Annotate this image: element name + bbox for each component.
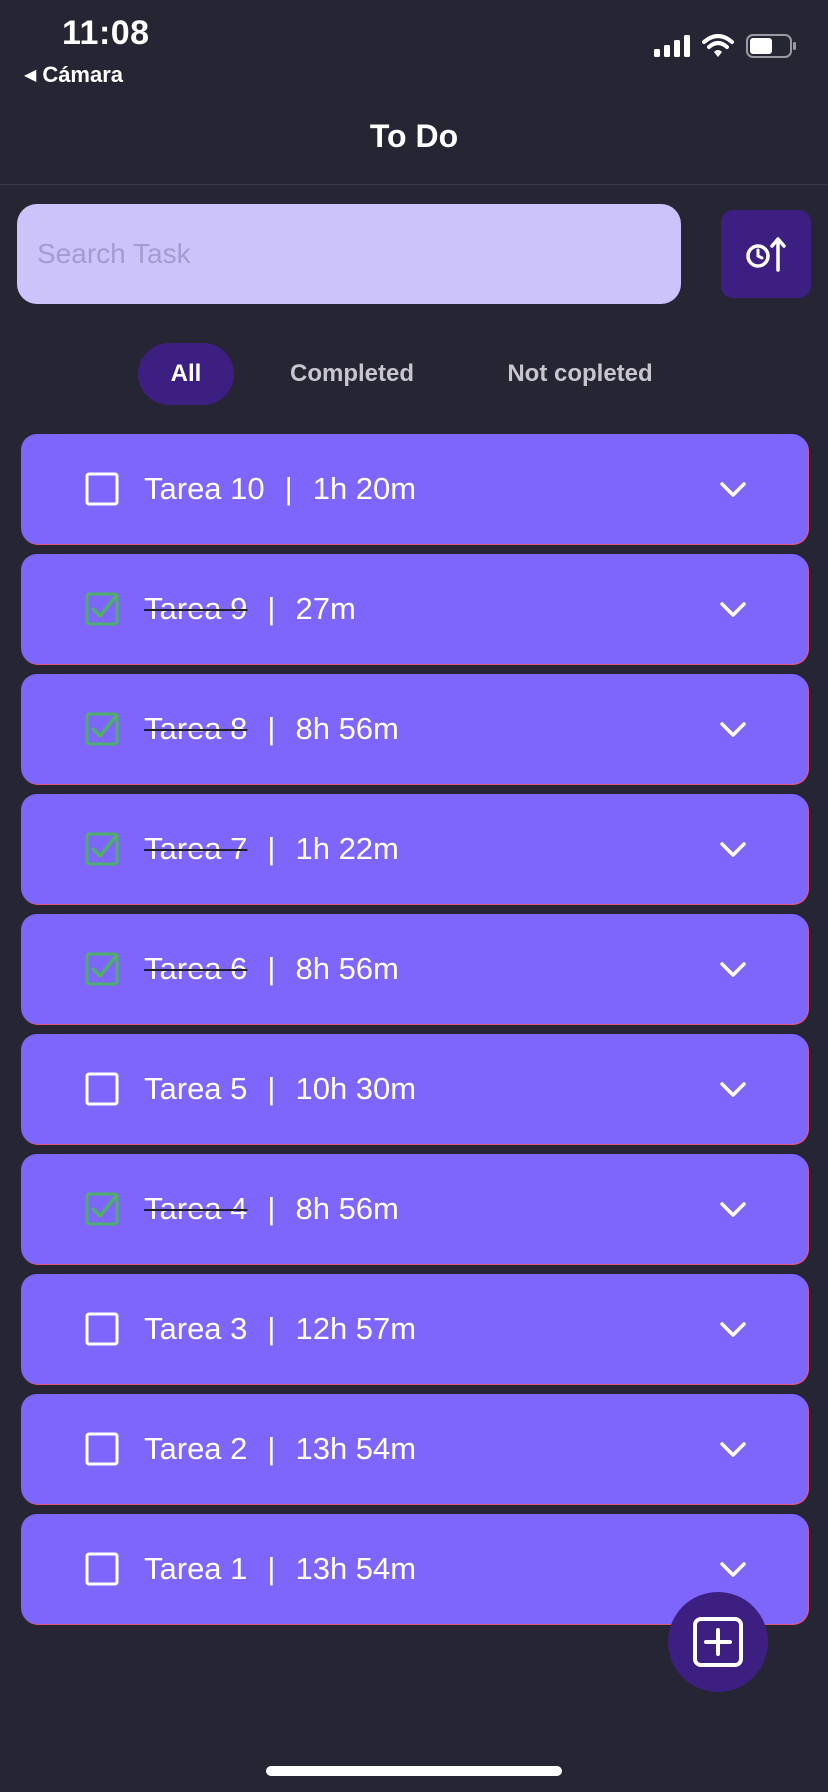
search-input[interactable]: [17, 204, 681, 304]
page-title: To Do: [369, 118, 459, 154]
filter-tab-all[interactable]: All: [138, 343, 234, 405]
task-card[interactable]: Tarea 6 | 8h 56m: [21, 914, 808, 1024]
checkbox-unchecked-icon[interactable]: [85, 472, 119, 506]
task-separator: |: [267, 1431, 276, 1466]
back-app-label: Cámara: [42, 62, 124, 87]
task-name: Tarea 2: [144, 1431, 248, 1466]
task-card[interactable]: Tarea 7 | 1h 22m: [21, 794, 808, 904]
cellular-signal-icon: [654, 35, 690, 57]
task-name: Tarea 9: [144, 591, 248, 626]
checkbox-checked-icon[interactable]: [85, 592, 119, 626]
task-text: Tarea 3 | 12h 57m: [144, 1274, 416, 1384]
checkbox-checked-icon[interactable]: [85, 952, 119, 986]
chevron-down-icon[interactable]: [718, 1314, 748, 1344]
status-bar: 11:08 ◀ Cámara: [0, 0, 828, 100]
home-indicator: [266, 1766, 562, 1776]
task-duration: 27m: [295, 591, 356, 626]
task-card[interactable]: Tarea 3 | 12h 57m: [21, 1274, 808, 1384]
task-separator: |: [267, 1191, 276, 1226]
task-duration: 13h 54m: [295, 1551, 417, 1586]
chevron-down-icon[interactable]: [718, 1554, 748, 1584]
task-separator: |: [267, 711, 276, 746]
checkbox-unchecked-icon[interactable]: [85, 1312, 119, 1346]
chevron-down-icon[interactable]: [718, 954, 748, 984]
filter-tab-not-completed[interactable]: Not copleted: [490, 343, 670, 405]
checkbox-unchecked-icon[interactable]: [85, 1072, 119, 1106]
task-duration: 8h 56m: [295, 711, 399, 746]
chevron-down-icon[interactable]: [718, 834, 748, 864]
checkbox-checked-icon[interactable]: [85, 1192, 119, 1226]
task-text: Tarea 10 | 1h 20m: [144, 434, 416, 544]
checkbox-checked-icon[interactable]: [85, 712, 119, 746]
task-name: Tarea 10: [144, 471, 265, 506]
task-name: Tarea 3: [144, 1311, 248, 1346]
nav-divider: [0, 184, 828, 185]
task-duration: 8h 56m: [295, 951, 399, 986]
task-name: Tarea 4: [144, 1191, 248, 1226]
task-text: Tarea 9 | 27m: [144, 554, 356, 664]
checkbox-checked-icon[interactable]: [85, 832, 119, 866]
task-separator: |: [267, 951, 276, 986]
task-card[interactable]: Tarea 9 | 27m: [21, 554, 808, 664]
task-name: Tarea 8: [144, 711, 248, 746]
task-separator: |: [267, 591, 276, 626]
task-card[interactable]: Tarea 2 | 13h 54m: [21, 1394, 808, 1504]
task-text: Tarea 1 | 13h 54m: [144, 1514, 416, 1624]
task-separator: |: [267, 831, 276, 866]
chevron-down-icon[interactable]: [718, 594, 748, 624]
status-icons: [654, 34, 798, 58]
chevron-down-icon[interactable]: [718, 1194, 748, 1224]
task-card[interactable]: Tarea 5 | 10h 30m: [21, 1034, 808, 1144]
add-task-button[interactable]: [668, 1592, 768, 1692]
task-name: Tarea 1: [144, 1551, 248, 1586]
task-text: Tarea 4 | 8h 56m: [144, 1154, 399, 1264]
task-separator: |: [267, 1311, 276, 1346]
task-card[interactable]: Tarea 10 | 1h 20m: [21, 434, 808, 544]
checkbox-unchecked-icon[interactable]: [85, 1552, 119, 1586]
task-text: Tarea 5 | 10h 30m: [144, 1034, 416, 1144]
back-triangle-icon: ◀: [24, 67, 37, 84]
task-text: Tarea 7 | 1h 22m: [144, 794, 399, 904]
task-text: Tarea 8 | 8h 56m: [144, 674, 399, 784]
filter-tabs: All Completed Not copleted: [0, 343, 828, 405]
task-separator: |: [267, 1551, 276, 1586]
task-duration: 8h 56m: [295, 1191, 399, 1226]
checkbox-unchecked-icon[interactable]: [85, 1432, 119, 1466]
chevron-down-icon[interactable]: [718, 474, 748, 504]
battery-icon: [746, 34, 796, 58]
chevron-down-icon[interactable]: [718, 714, 748, 744]
task-separator: |: [267, 1071, 276, 1106]
sort-by-time-button[interactable]: [721, 210, 811, 298]
task-name: Tarea 5: [144, 1071, 248, 1106]
task-name: Tarea 7: [144, 831, 248, 866]
add-box-icon: [693, 1617, 743, 1667]
clock-sort-up-icon: [746, 237, 786, 272]
task-duration: 13h 54m: [295, 1431, 417, 1466]
wifi-icon: [702, 34, 734, 57]
status-time: 11:08: [62, 14, 150, 52]
task-duration: 1h 20m: [312, 471, 417, 506]
task-duration: 1h 22m: [295, 831, 399, 866]
task-card[interactable]: Tarea 8 | 8h 56m: [21, 674, 808, 784]
task-card[interactable]: Tarea 4 | 8h 56m: [21, 1154, 808, 1264]
task-separator: |: [284, 471, 293, 506]
task-duration: 10h 30m: [295, 1071, 417, 1106]
task-name: Tarea 6: [144, 951, 248, 986]
chevron-down-icon[interactable]: [718, 1434, 748, 1464]
filter-tab-completed[interactable]: Completed: [272, 343, 432, 405]
task-text: Tarea 2 | 13h 54m: [144, 1394, 416, 1504]
back-to-app-link[interactable]: ◀ Cámara: [24, 62, 123, 88]
task-text: Tarea 6 | 8h 56m: [144, 914, 399, 1024]
task-duration: 12h 57m: [295, 1311, 417, 1346]
chevron-down-icon[interactable]: [718, 1074, 748, 1104]
